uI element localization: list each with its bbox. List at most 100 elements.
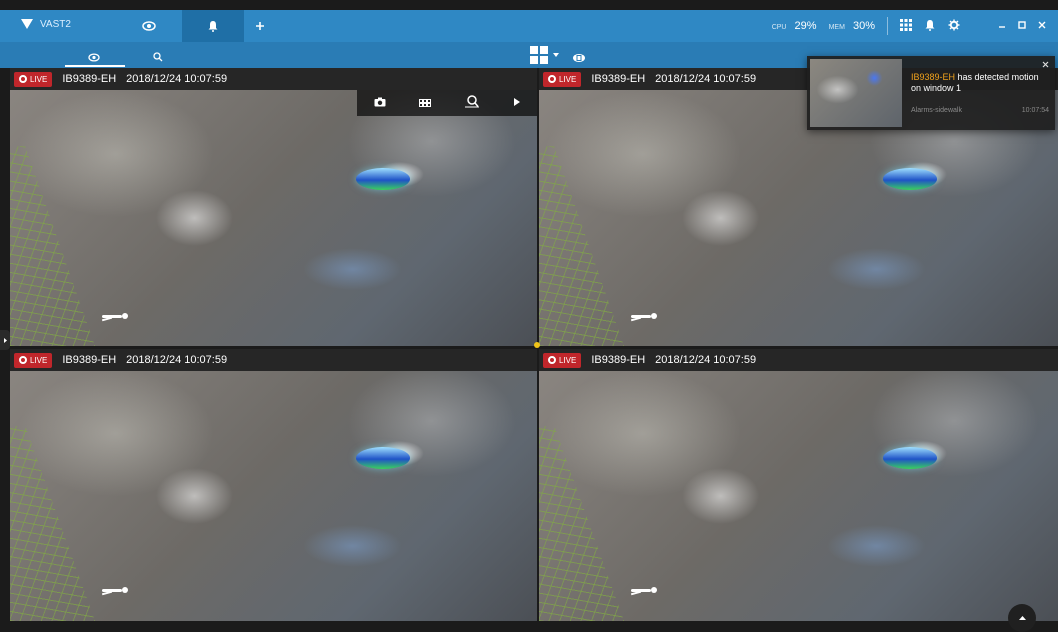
gear-icon <box>948 19 960 30</box>
minimize-icon <box>999 26 1005 28</box>
play-button[interactable] <box>513 94 521 112</box>
tile-header: LIVE IB9389-EH 2018/12/24 10:07:59 <box>539 349 1058 371</box>
live-badge: LIVE <box>543 71 582 87</box>
timestamp: 2018/12/24 10:07:59 <box>126 354 228 366</box>
live-badge: LIVE <box>543 352 582 368</box>
tile-overlay-toolbar <box>357 90 537 116</box>
live-dot-icon <box>19 75 27 83</box>
notification-source: Alarms-sidewalk <box>911 107 962 114</box>
eye-icon <box>88 53 100 62</box>
mem-label: MEM <box>828 24 845 31</box>
live-label: LIVE <box>559 74 577 84</box>
minimize-button[interactable] <box>998 20 1006 32</box>
live-label: LIVE <box>559 355 577 365</box>
search-icon <box>153 52 163 62</box>
notification-thumbnail <box>810 59 902 127</box>
motion-notification[interactable]: IB9389-EH has detected motion on window … <box>807 56 1055 130</box>
side-panel-toggle[interactable] <box>0 330 10 350</box>
bell-icon <box>925 19 935 31</box>
camera-view <box>539 371 1058 621</box>
titlebar-divider <box>887 17 888 35</box>
resize-handle[interactable] <box>534 342 540 348</box>
settings-button[interactable] <box>948 19 960 34</box>
tab-liveview[interactable] <box>118 10 180 42</box>
fisheye-search-icon <box>464 94 479 107</box>
cpu-usage: CPU 29% <box>772 20 817 32</box>
chevron-right-icon <box>3 337 7 343</box>
layout-icon <box>530 46 548 64</box>
camera-name: IB9389-EH <box>62 354 117 366</box>
person-icon <box>630 312 657 322</box>
eye-icon <box>142 21 156 31</box>
motion-heat-blob <box>356 168 410 190</box>
camera-name: IB9389-EH <box>591 73 646 85</box>
live-dot-icon <box>548 75 556 83</box>
grid-icon <box>900 18 912 31</box>
tile-header: LIVE IB9389-EH 2018/12/24 10:07:59 <box>10 68 537 90</box>
fisheye-icon <box>573 54 585 62</box>
camera-view <box>10 90 537 346</box>
live-badge: LIVE <box>14 71 53 87</box>
search-button[interactable] <box>153 49 163 67</box>
camera-name: IB9389-EH <box>62 73 117 85</box>
add-tab-button[interactable] <box>246 10 274 42</box>
video-grid: LIVE IB9389-EH 2018/12/24 10:07:59 LIVE … <box>0 68 1058 621</box>
live-badge: LIVE <box>14 352 53 368</box>
live-dot-icon <box>19 356 27 364</box>
play-icon <box>513 98 520 106</box>
chevron-up-icon <box>1018 616 1026 620</box>
video-tile-3[interactable]: LIVE IB9389-EH 2018/12/24 10:07:59 <box>10 349 537 621</box>
apps-grid-button[interactable] <box>900 18 912 34</box>
video-tile-1[interactable]: LIVE IB9389-EH 2018/12/24 10:07:59 <box>10 68 537 346</box>
live-dot-icon <box>548 356 556 364</box>
notifications-button[interactable] <box>924 19 936 34</box>
person-icon <box>101 586 128 596</box>
chevron-down-icon <box>553 53 559 57</box>
fisheye-grid-overlay <box>10 426 95 621</box>
maximize-icon <box>1018 21 1026 29</box>
plus-icon <box>256 22 264 30</box>
timestamp: 2018/12/24 10:07:59 <box>655 73 757 85</box>
vast-logo-icon <box>21 19 33 29</box>
fisheye-grid-overlay <box>539 146 624 346</box>
motion-heat-blob <box>356 447 410 469</box>
fisheye-mode-button[interactable] <box>572 50 586 68</box>
camera-name: IB9389-EH <box>591 354 646 366</box>
fisheye-search-button[interactable] <box>464 94 480 113</box>
motion-heat-blob <box>883 168 937 190</box>
person-icon <box>630 586 657 596</box>
film-icon <box>418 99 431 107</box>
layout-selector[interactable] <box>530 46 560 64</box>
motion-heat-blob <box>883 447 937 469</box>
cpu-value: 29% <box>794 20 817 32</box>
titlebar-right: CPU 29% MEM 30% <box>772 10 1058 42</box>
app-title: VAST2 <box>40 18 71 30</box>
fisheye-grid-overlay <box>10 146 95 346</box>
close-icon <box>1042 61 1049 68</box>
tab-alarms[interactable] <box>182 10 244 42</box>
scroll-up-button[interactable] <box>1008 604 1036 632</box>
live-label: LIVE <box>30 74 48 84</box>
timestamp: 2018/12/24 10:07:59 <box>126 73 228 85</box>
mem-usage: MEM 30% <box>829 20 875 32</box>
mem-value: 30% <box>852 20 875 32</box>
notification-camera: IB9389-EH <box>911 72 956 82</box>
notification-close-button[interactable] <box>1042 60 1049 70</box>
snapshot-icon <box>374 97 385 107</box>
video-tile-4[interactable]: LIVE IB9389-EH 2018/12/24 10:07:59 <box>539 349 1058 621</box>
tile-header: LIVE IB9389-EH 2018/12/24 10:07:59 <box>10 349 537 371</box>
live-label: LIVE <box>30 355 48 365</box>
cpu-label: CPU <box>771 24 787 31</box>
notification-time: 10:07:54 <box>1021 107 1049 114</box>
snapshot-button[interactable] <box>374 94 386 112</box>
close-icon <box>1038 21 1046 29</box>
fisheye-grid-overlay <box>539 426 624 621</box>
title-bar: VAST2 CPU 29% MEM 30% <box>0 10 1058 42</box>
playback-film-button[interactable] <box>418 94 431 112</box>
camera-view <box>10 371 537 621</box>
notification-message: IB9389-EH has detected motion on window … <box>911 72 1041 94</box>
active-tab-underline <box>65 65 125 67</box>
app-logo: VAST2 <box>20 18 71 30</box>
close-button[interactable] <box>1038 20 1046 32</box>
maximize-button[interactable] <box>1018 20 1026 32</box>
